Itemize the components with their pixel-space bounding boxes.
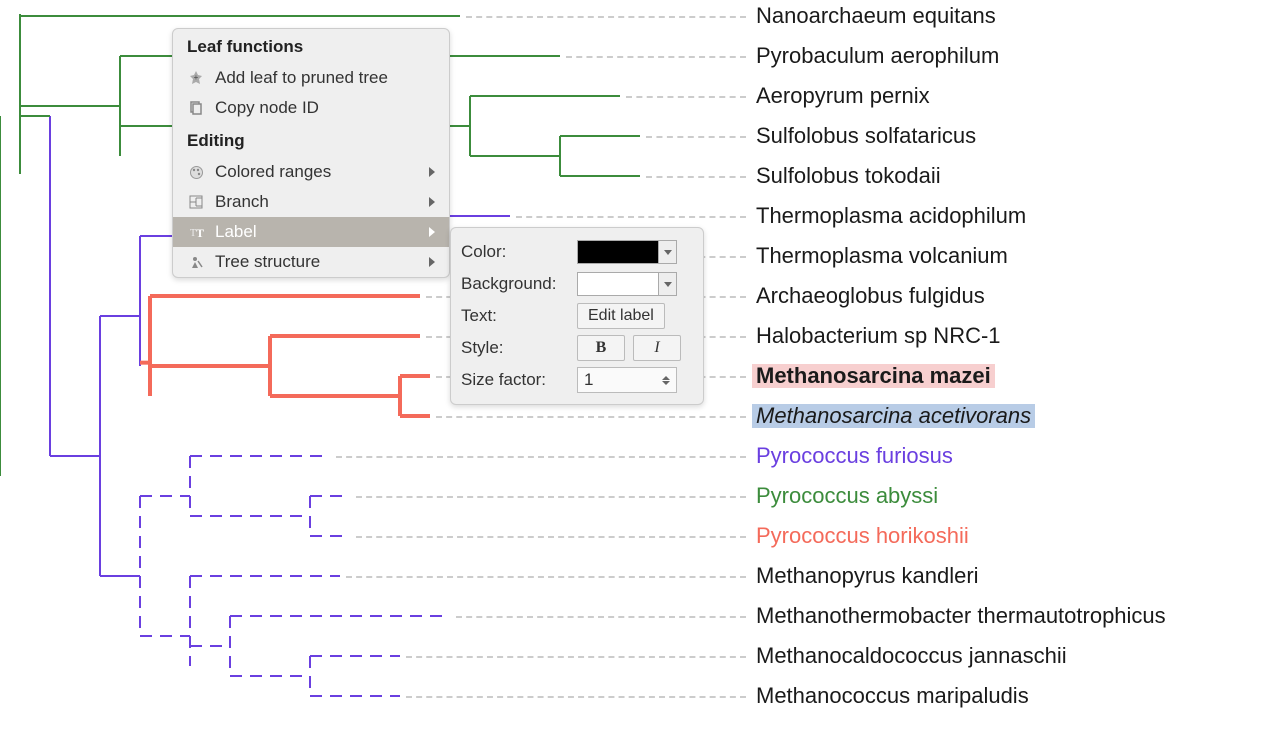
svg-text:T: T	[196, 226, 204, 239]
edit-label-button[interactable]: Edit label	[577, 303, 665, 329]
ctx-branch[interactable]: Branch	[173, 187, 449, 217]
background-picker[interactable]	[577, 272, 677, 296]
leaf-label: Thermoplasma volcanium	[752, 244, 1012, 268]
dropdown-icon	[658, 273, 676, 295]
leaf-label: Methanosarcina mazei	[752, 364, 995, 388]
bold-button[interactable]: B	[577, 335, 625, 361]
leaf-row[interactable]: Pyrococcus horikoshii	[752, 522, 973, 550]
leaf-label: Sulfolobus solfataricus	[752, 124, 980, 148]
background-label: Background:	[461, 274, 569, 294]
chevron-right-icon	[429, 167, 435, 177]
size-factor-value: 1	[584, 370, 593, 390]
style-label: Style:	[461, 338, 569, 358]
size-factor-input[interactable]: 1	[577, 367, 677, 393]
ctx-header-leaf: Leaf functions	[173, 29, 449, 63]
branch-icon	[187, 193, 205, 211]
chevron-right-icon	[429, 257, 435, 267]
ctx-colored-ranges[interactable]: Colored ranges	[173, 157, 449, 187]
worker-icon	[187, 253, 205, 271]
chevron-right-icon	[429, 227, 435, 237]
ctx-label-label: Label	[215, 222, 419, 242]
leaf-row[interactable]: Sulfolobus tokodaii	[752, 162, 945, 190]
ctx-header-editing: Editing	[173, 123, 449, 157]
leaf-row[interactable]: Pyrobaculum aerophilum	[752, 42, 1003, 70]
label-subpanel: Color: Background: Text: Edit label Styl…	[450, 227, 704, 405]
leaf-row[interactable]: Archaeoglobus fulgidus	[752, 282, 989, 310]
ctx-branch-label: Branch	[215, 192, 419, 212]
leaf-label: Methanococcus maripaludis	[752, 684, 1033, 708]
text-label: Text:	[461, 306, 569, 326]
leaf-row[interactable]: Thermoplasma acidophilum	[752, 202, 1030, 230]
leaf-label: Methanocaldococcus jannaschii	[752, 644, 1071, 668]
leaf-row[interactable]: Methanothermobacter thermautotrophicus	[752, 602, 1170, 630]
leaf-label: Pyrococcus furiosus	[752, 444, 957, 468]
leaf-row[interactable]: Pyrococcus abyssi	[752, 482, 942, 510]
palette-icon	[187, 163, 205, 181]
leaf-row[interactable]: Aeropyrum pernix	[752, 82, 934, 110]
leaf-row[interactable]: Methanosarcina acetivorans	[752, 402, 1035, 430]
leaf-row[interactable]: Thermoplasma volcanium	[752, 242, 1012, 270]
leaf-label: Thermoplasma acidophilum	[752, 204, 1030, 228]
leaf-label: Pyrococcus abyssi	[752, 484, 942, 508]
ctx-tree-structure-label: Tree structure	[215, 252, 419, 272]
spinner-icon	[662, 376, 670, 385]
leaf-label: Archaeoglobus fulgidus	[752, 284, 989, 308]
leaf-row[interactable]: Methanococcus maripaludis	[752, 682, 1033, 710]
color-swatch	[578, 241, 658, 263]
leaf-label: Pyrococcus horikoshii	[752, 524, 973, 548]
leaf-label: Pyrobaculum aerophilum	[752, 44, 1003, 68]
leaf-row[interactable]: Methanosarcina mazei	[752, 362, 995, 390]
svg-text:+: +	[194, 73, 199, 82]
ctx-add-leaf-label: Add leaf to pruned tree	[215, 68, 435, 88]
color-label: Color:	[461, 242, 569, 262]
ctx-colored-ranges-label: Colored ranges	[215, 162, 419, 182]
leaf-row[interactable]: Nanoarchaeum equitans	[752, 2, 1000, 30]
ctx-add-leaf[interactable]: + Add leaf to pruned tree	[173, 63, 449, 93]
leaf-label: Nanoarchaeum equitans	[752, 4, 1000, 28]
leaf-label: Halobacterium sp NRC-1	[752, 324, 1005, 348]
leaf-label: Methanopyrus kandleri	[752, 564, 983, 588]
leaf-label: Methanosarcina acetivorans	[752, 404, 1035, 428]
plus-icon: +	[187, 69, 205, 87]
chevron-right-icon	[429, 197, 435, 207]
context-menu: Leaf functions + Add leaf to pruned tree…	[172, 28, 450, 278]
background-swatch	[578, 273, 658, 295]
leaf-row[interactable]: Methanopyrus kandleri	[752, 562, 983, 590]
copy-icon	[187, 99, 205, 117]
leaf-row[interactable]: Sulfolobus solfataricus	[752, 122, 980, 150]
ctx-label[interactable]: TT Label	[173, 217, 449, 247]
color-picker[interactable]	[577, 240, 677, 264]
ctx-tree-structure[interactable]: Tree structure	[173, 247, 449, 277]
ctx-copy-id-label: Copy node ID	[215, 98, 435, 118]
leaf-row[interactable]: Halobacterium sp NRC-1	[752, 322, 1005, 350]
size-factor-label: Size factor:	[461, 370, 569, 390]
leaf-label: Methanothermobacter thermautotrophicus	[752, 604, 1170, 628]
leaf-row[interactable]: Pyrococcus furiosus	[752, 442, 957, 470]
leaf-row[interactable]: Methanocaldococcus jannaschii	[752, 642, 1071, 670]
leaf-label: Aeropyrum pernix	[752, 84, 934, 108]
dropdown-icon	[658, 241, 676, 263]
ctx-copy-id[interactable]: Copy node ID	[173, 93, 449, 123]
italic-button[interactable]: I	[633, 335, 681, 361]
text-icon: TT	[187, 223, 205, 241]
leaf-label: Sulfolobus tokodaii	[752, 164, 945, 188]
